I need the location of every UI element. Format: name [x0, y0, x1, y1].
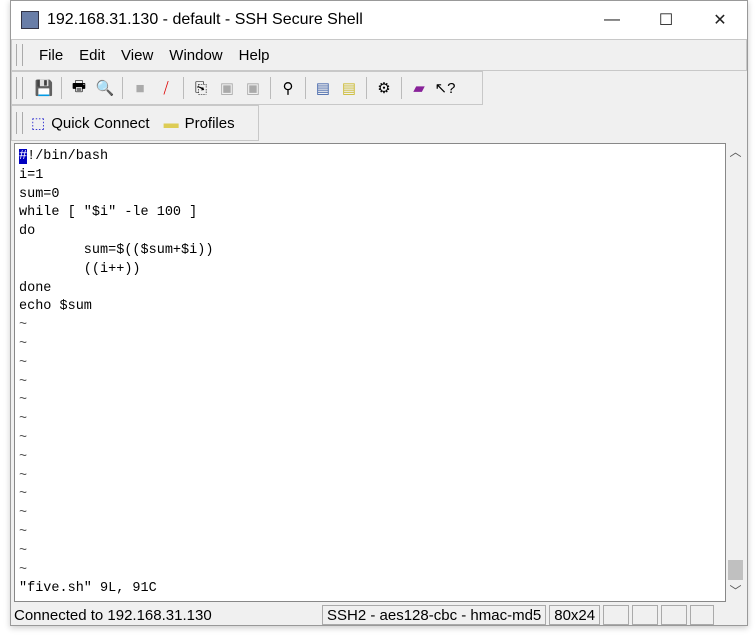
scroll-thumb[interactable]: [728, 560, 743, 580]
terminal-line: while [ "$i" -le 100 ]: [19, 205, 198, 221]
quick-bar: ⬚ Quick Connect ▬ Profiles: [11, 105, 259, 141]
new-file-transfer-icon[interactable]: ▤: [338, 78, 360, 98]
paste-icon[interactable]: ▣: [216, 78, 238, 98]
grip[interactable]: [16, 44, 23, 66]
terminal-line: ((i++)): [19, 261, 141, 277]
minimize-button[interactable]: —: [585, 11, 639, 29]
empty-line-tilde: ~: [19, 412, 28, 428]
settings-icon[interactable]: ⚙: [373, 78, 395, 98]
menu-bar: File Edit View Window Help: [11, 39, 747, 71]
print-preview-icon[interactable]: 🔍: [94, 78, 116, 98]
empty-line-tilde: ~: [19, 430, 28, 446]
window-title: 192.168.31.130 - default - SSH Secure Sh…: [47, 11, 363, 28]
grip[interactable]: [16, 112, 23, 134]
new-connection-disabled-icon[interactable]: ⧸: [155, 78, 177, 98]
quick-connect-label: Quick Connect: [51, 114, 150, 132]
maximize-button[interactable]: ☐: [639, 10, 693, 30]
app-icon: [21, 11, 39, 29]
empty-line-tilde: ~: [19, 336, 28, 352]
terminal[interactable]: #!/bin/bash i=1 sum=0 while [ "$i" -le 1…: [14, 143, 726, 602]
context-help-icon[interactable]: ↖?: [434, 78, 456, 98]
resize-grip[interactable]: [690, 605, 715, 625]
empty-line-tilde: ~: [19, 355, 28, 371]
cursor: #: [19, 149, 28, 164]
quick-connect-icon: ⬚: [31, 115, 46, 132]
profiles-button[interactable]: ▬ Profiles: [164, 115, 235, 132]
vertical-scrollbar[interactable]: ︿ ﹀: [726, 143, 745, 602]
status-cell: [603, 605, 630, 625]
close-button[interactable]: ✕: [693, 10, 747, 30]
empty-line-tilde: ~: [19, 487, 28, 503]
terminal-line: sum=0: [19, 186, 60, 202]
status-cell: [632, 605, 659, 625]
menu-window[interactable]: Window: [169, 47, 222, 64]
scroll-down-button[interactable]: ﹀: [726, 582, 745, 602]
terminal-line: echo $sum: [19, 299, 92, 315]
empty-line-tilde: ~: [19, 449, 28, 465]
menu-view[interactable]: View: [121, 47, 153, 64]
profiles-label: Profiles: [184, 114, 235, 132]
folder-icon: ▬: [163, 114, 179, 132]
empty-line-tilde: ~: [19, 318, 28, 334]
find-icon[interactable]: ⚲: [277, 78, 299, 98]
grip[interactable]: [16, 77, 23, 99]
menu-help[interactable]: Help: [239, 47, 270, 64]
terminal-line: do: [19, 224, 36, 240]
quick-connect-button[interactable]: ⬚ Quick Connect: [31, 114, 150, 133]
empty-line-tilde: ~: [19, 524, 28, 540]
vim-status-line: "five.sh" 9L, 91C: [19, 581, 157, 597]
menu-file[interactable]: File: [39, 47, 63, 64]
cipher-info: SSH2 - aes128-cbc - hmac-md5: [322, 605, 547, 625]
disconnect-icon[interactable]: ■: [129, 78, 151, 98]
title-bar: 192.168.31.130 - default - SSH Secure Sh…: [11, 1, 747, 39]
terminal-line: i=1: [19, 167, 44, 183]
status-cell: [661, 605, 688, 625]
status-bar: Connected to 192.168.31.130 SSH2 - aes12…: [11, 604, 747, 626]
menu-edit[interactable]: Edit: [79, 47, 105, 64]
paste-disabled-icon[interactable]: ▣: [242, 78, 264, 98]
empty-line-tilde: ~: [19, 562, 28, 578]
new-terminal-icon[interactable]: ▤: [312, 78, 334, 98]
scroll-up-button[interactable]: ︿: [726, 143, 745, 163]
print-icon[interactable]: 🖶: [68, 78, 90, 98]
copy-icon[interactable]: ⎘: [190, 78, 212, 98]
help-book-icon[interactable]: ▰: [408, 78, 430, 98]
toolbar: 💾 🖶 🔍 ■ ⧸ ⎘ ▣ ▣ ⚲ ▤ ▤ ⚙ ▰ ↖?: [11, 71, 483, 105]
empty-line-tilde: ~: [19, 543, 28, 559]
terminal-size: 80x24: [549, 605, 601, 625]
empty-line-tilde: ~: [19, 468, 28, 484]
connection-status: Connected to 192.168.31.130: [14, 606, 212, 624]
ssh-window: 192.168.31.130 - default - SSH Secure Sh…: [10, 0, 748, 626]
terminal-line: done: [19, 280, 52, 296]
empty-line-tilde: ~: [19, 374, 28, 390]
empty-line-tilde: ~: [19, 506, 28, 522]
terminal-line: !/bin/bash: [27, 149, 109, 164]
save-icon[interactable]: 💾: [33, 78, 55, 98]
terminal-line: sum=$(($sum+$i)): [19, 242, 214, 258]
empty-line-tilde: ~: [19, 393, 28, 409]
